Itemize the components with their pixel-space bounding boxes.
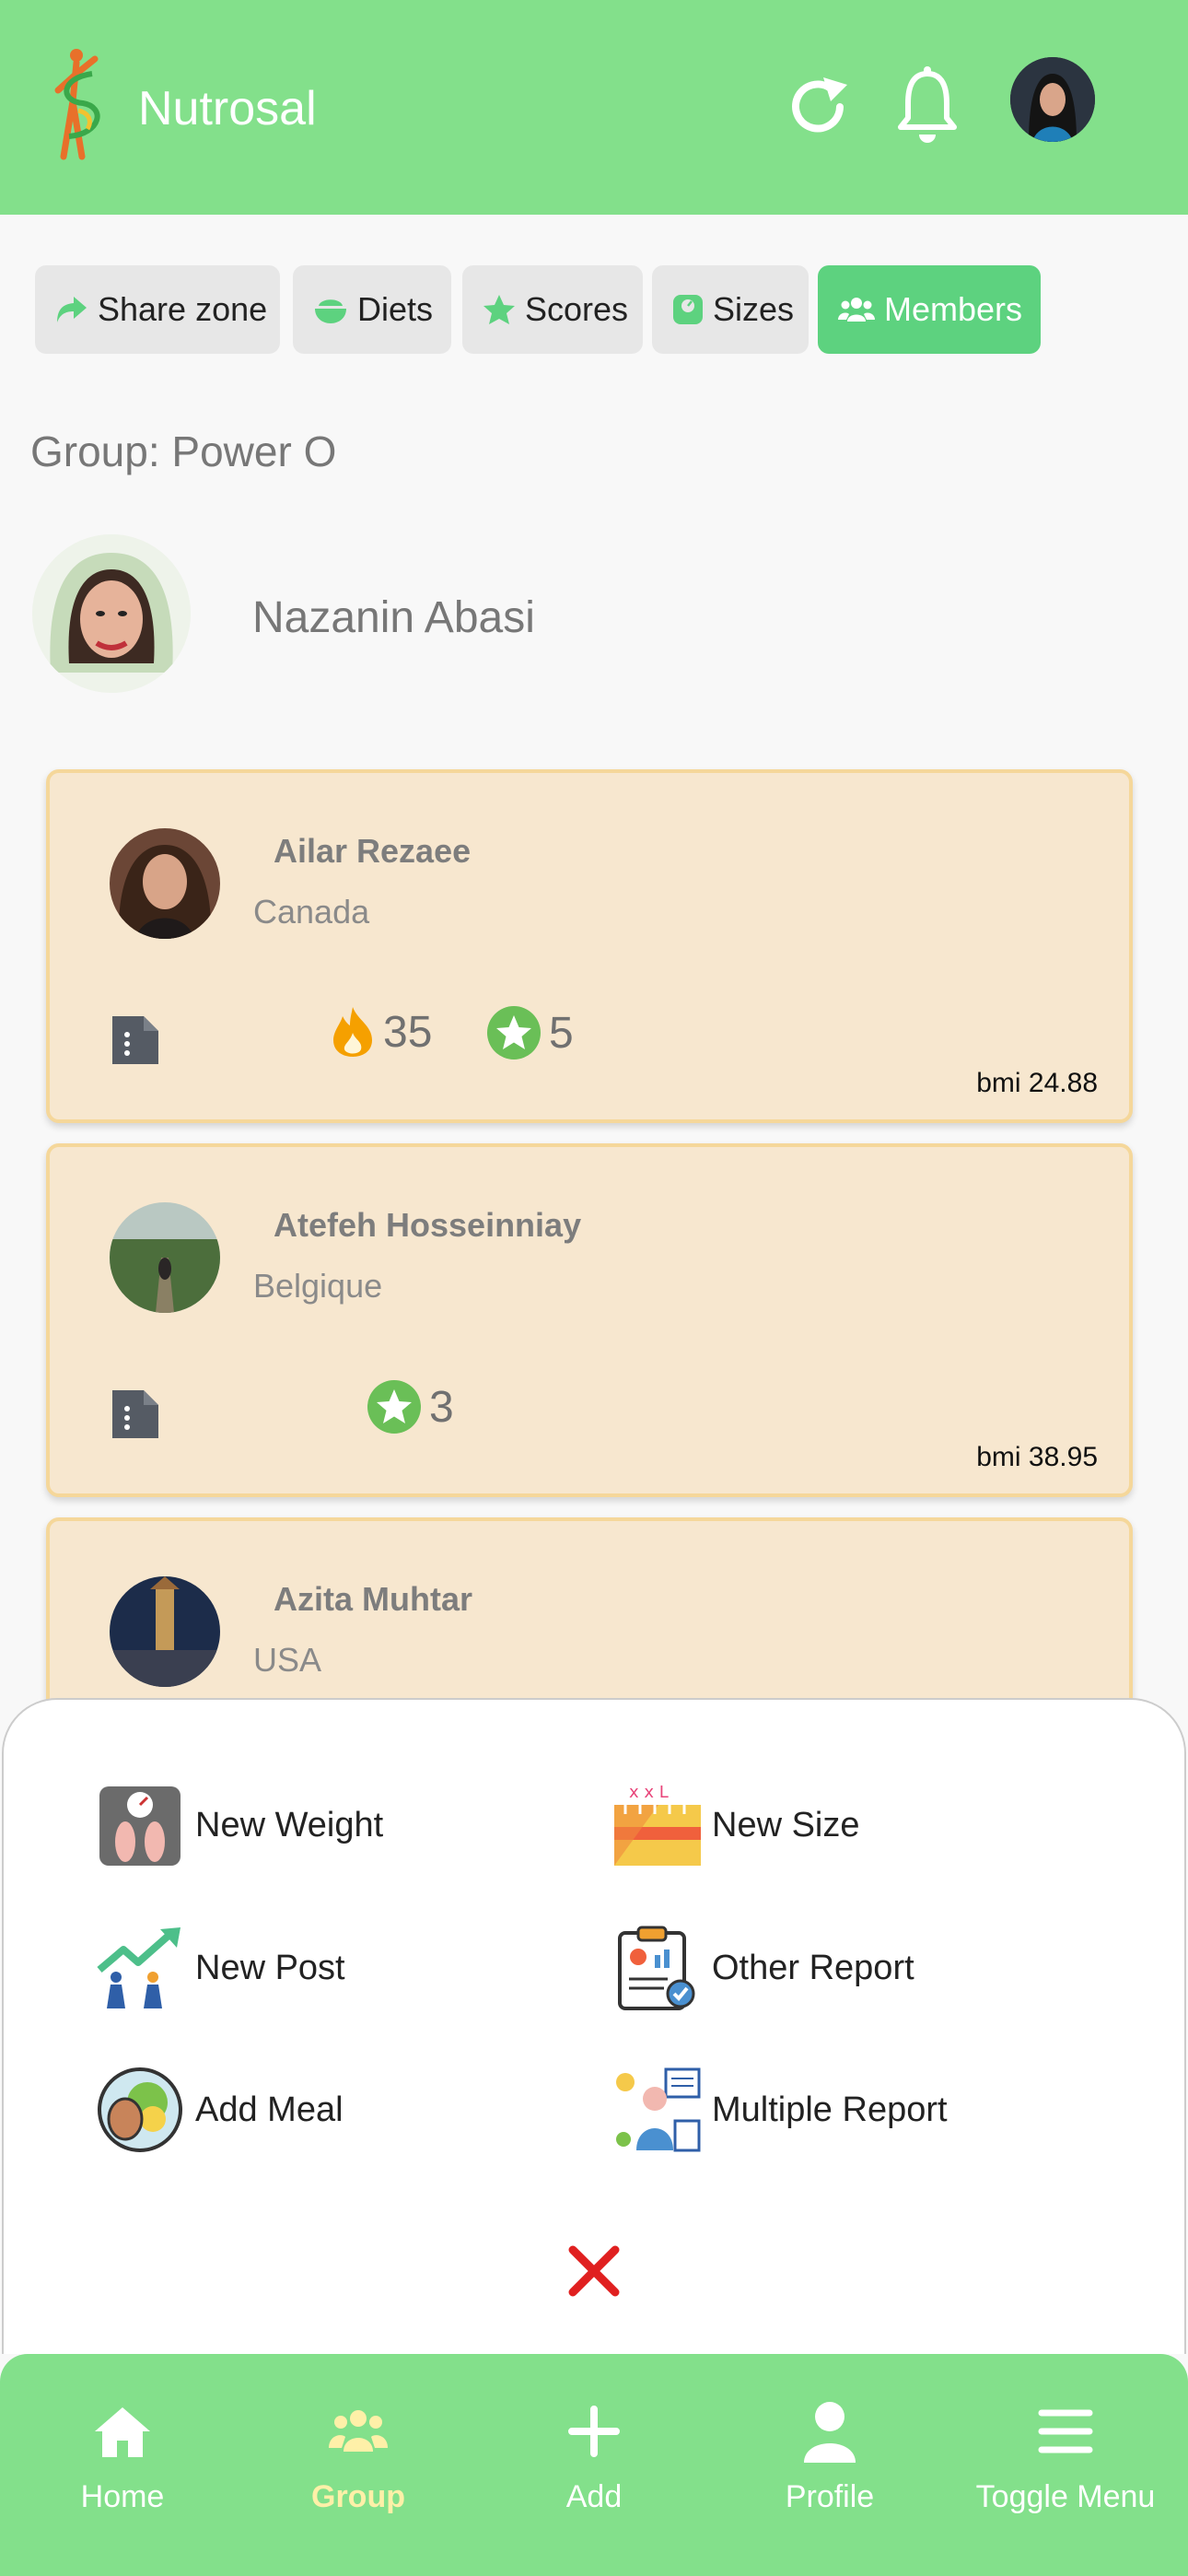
member-card[interactable]: Atefeh Hosseinniay Belgique 3 bmi 38.95 (46, 1143, 1133, 1497)
member-avatar (110, 1202, 220, 1313)
star-icon (483, 295, 515, 324)
document-icon[interactable] (109, 1013, 162, 1068)
tab-sizes[interactable]: Sizes (652, 265, 809, 354)
member-name: Ailar Rezaee (274, 832, 472, 870)
meal-plate-icon (98, 2067, 182, 2152)
avatar-image (32, 534, 191, 693)
nav-home[interactable]: Home (4, 2354, 241, 2576)
avatar-image (110, 1202, 220, 1313)
bmi-value: bmi 38.95 (976, 1442, 1098, 1472)
action-label: New Post (195, 1948, 345, 1987)
home-icon (95, 2407, 150, 2457)
tab-label: Sizes (713, 290, 795, 328)
document-icon[interactable] (109, 1387, 162, 1442)
growth-post-icon (97, 1927, 181, 2008)
avatar-image (110, 1576, 220, 1687)
score-star-icon (487, 1006, 541, 1060)
tab-label: Share zone (98, 290, 268, 328)
avatar-image (1010, 57, 1095, 142)
action-label: New Size (712, 1805, 860, 1844)
top-bar: Nutrosal (0, 0, 1188, 215)
tab-diets[interactable]: Diets (293, 265, 451, 354)
group-icon (329, 2410, 388, 2452)
user-icon (804, 2402, 856, 2463)
scale-weight-icon (99, 1786, 181, 1866)
score-stat: 3 (367, 1379, 454, 1434)
action-new-post[interactable]: New Post (96, 1924, 345, 2012)
member-name: Azita Muhtar (274, 1580, 472, 1618)
bottom-nav: Home Group Add Profile Toggle Menu (0, 2354, 1188, 2576)
refresh-icon[interactable] (783, 72, 853, 142)
nav-label: Home (80, 2479, 165, 2514)
score-star-icon (367, 1380, 421, 1434)
app-logo-icon (54, 49, 100, 160)
leader-avatar[interactable] (32, 534, 191, 693)
bowl-icon (315, 299, 346, 323)
leader-name: Nazanin Abasi (252, 593, 535, 642)
member-name: Atefeh Hosseinniay (274, 1206, 582, 1244)
action-new-size[interactable]: x x L New Size (612, 1781, 860, 1869)
tab-label: Diets (357, 290, 434, 328)
member-avatar (110, 828, 220, 939)
plus-icon (568, 2406, 620, 2457)
action-new-weight[interactable]: New Weight (96, 1781, 383, 1869)
avatar-image (110, 828, 220, 939)
user-avatar[interactable] (1010, 57, 1095, 142)
close-icon[interactable] (564, 2241, 624, 2301)
action-label: Multiple Report (712, 2090, 948, 2129)
group-title: Group: Power O (30, 427, 337, 475)
flame-icon (333, 1007, 372, 1057)
nav-label: Profile (785, 2479, 875, 2514)
streak-stat: 35 (330, 1005, 432, 1059)
nav-toggle-menu[interactable]: Toggle Menu (947, 2354, 1184, 2576)
multi-report-icon (616, 2067, 701, 2152)
tab-label: Members (884, 290, 1023, 328)
tape-measure-icon: x x L (614, 1783, 701, 1866)
member-card[interactable]: Ailar Rezaee Canada 35 5 bmi 24.88 (46, 769, 1133, 1123)
action-label: Other Report (712, 1948, 914, 1987)
action-label: New Weight (195, 1805, 384, 1844)
report-clipboard-icon (618, 1926, 695, 2010)
notification-bell-icon[interactable] (895, 66, 960, 146)
svg-text:x x L: x x L (629, 1783, 669, 1802)
score-value: 3 (429, 1382, 454, 1432)
member-country: Canada (253, 893, 370, 931)
scale-icon (673, 295, 703, 324)
nav-profile[interactable]: Profile (711, 2354, 949, 2576)
bmi-value: bmi 24.88 (976, 1068, 1098, 1098)
action-other-report[interactable]: Other Report (612, 1924, 914, 2012)
action-label: Add Meal (195, 2090, 344, 2129)
nav-group[interactable]: Group (239, 2354, 477, 2576)
app-name: Nutrosal (138, 82, 317, 135)
member-avatar (110, 1576, 220, 1687)
score-value: 5 (549, 1008, 574, 1058)
tab-label: Scores (525, 290, 629, 328)
streak-value: 35 (383, 1007, 433, 1057)
score-stat: 5 (486, 1005, 574, 1060)
nav-add[interactable]: Add (475, 2354, 713, 2576)
action-multiple-report[interactable]: Multiple Report (612, 2066, 948, 2154)
tab-scores[interactable]: Scores (462, 265, 643, 354)
member-country: Belgique (253, 1267, 383, 1305)
nav-label: Group (311, 2479, 405, 2514)
nav-label: Add (565, 2479, 623, 2514)
tab-members[interactable]: Members (818, 265, 1041, 354)
action-add-meal[interactable]: Add Meal (96, 2066, 344, 2154)
tab-share-zone[interactable]: Share zone (35, 265, 280, 354)
users-icon (838, 298, 875, 322)
member-country: USA (253, 1641, 322, 1679)
share-icon (57, 297, 87, 322)
hamburger-icon (1038, 2409, 1093, 2453)
nav-label: Toggle Menu (975, 2479, 1156, 2514)
